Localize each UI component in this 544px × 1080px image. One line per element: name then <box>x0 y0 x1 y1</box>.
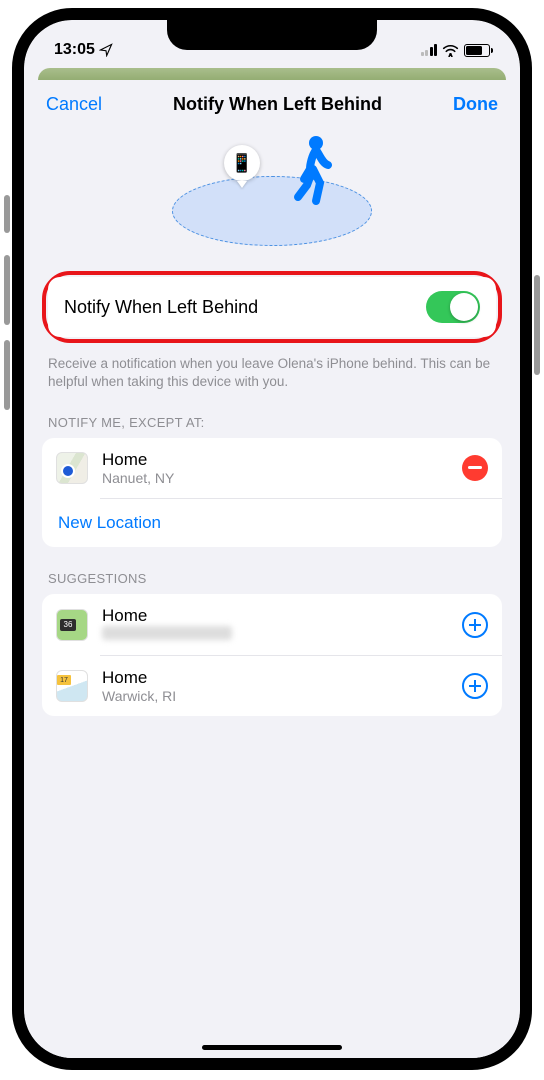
toggle-knob <box>450 293 478 321</box>
wifi-icon <box>442 44 459 57</box>
done-button[interactable]: Done <box>453 94 498 115</box>
suggestion-title: Home <box>102 668 448 688</box>
device-pin-icon: 📱 <box>224 145 260 188</box>
zone-ellipse-icon <box>172 176 372 246</box>
map-thumbnail-icon: 36 <box>56 609 88 641</box>
location-arrow-icon <box>99 43 113 57</box>
volume-down-button[interactable] <box>4 340 10 410</box>
notify-toggle-row: Notify When Left Behind <box>48 277 496 337</box>
phone-frame: 13:05 Cancel Notify When Left Behind Don… <box>12 8 532 1070</box>
map-thumbnail-icon <box>56 452 88 484</box>
notch <box>167 20 377 50</box>
suggestion-row[interactable]: 17 Home Warwick, RI <box>42 656 502 716</box>
walking-person-icon <box>290 135 340 207</box>
suggestions-header: SUGGESTIONS <box>42 547 502 594</box>
nav-bar: Cancel Notify When Left Behind Done <box>28 80 516 123</box>
map-thumbnail-icon: 17 <box>56 670 88 702</box>
add-suggestion-button[interactable] <box>462 673 488 699</box>
battery-icon <box>464 44 490 57</box>
highlight-annotation: Notify When Left Behind <box>42 271 502 343</box>
page-title: Notify When Left Behind <box>173 94 382 115</box>
exception-title: Home <box>102 450 448 470</box>
exceptions-list: Home Nanuet, NY New Location <box>42 438 502 547</box>
exception-subtitle: Nanuet, NY <box>102 470 448 486</box>
new-location-button[interactable]: New Location <box>42 499 502 547</box>
except-at-header: NOTIFY ME, EXCEPT AT: <box>42 391 502 438</box>
screen: 13:05 Cancel Notify When Left Behind Don… <box>24 20 520 1058</box>
suggestion-subtitle-redacted <box>102 626 232 640</box>
cellular-signal-icon <box>421 44 438 56</box>
suggestion-row[interactable]: 36 Home <box>42 594 502 655</box>
exception-row[interactable]: Home Nanuet, NY <box>42 438 502 498</box>
home-indicator[interactable] <box>202 1045 342 1050</box>
modal-sheet: Cancel Notify When Left Behind Done 📱 <box>28 80 516 1058</box>
background-sheet-peek <box>38 68 506 80</box>
hero-illustration: 📱 <box>28 123 516 263</box>
volume-up-button[interactable] <box>4 255 10 325</box>
cancel-button[interactable]: Cancel <box>46 94 102 115</box>
suggestions-list: 36 Home 17 Home <box>42 594 502 716</box>
status-time: 13:05 <box>54 41 95 59</box>
add-suggestion-button[interactable] <box>462 612 488 638</box>
suggestion-subtitle: Warwick, RI <box>102 688 448 704</box>
notify-toggle-label: Notify When Left Behind <box>64 297 258 318</box>
power-button[interactable] <box>534 275 540 375</box>
remove-exception-button[interactable] <box>462 455 488 481</box>
toggle-description: Receive a notification when you leave Ol… <box>42 347 502 391</box>
notify-toggle[interactable] <box>426 291 480 323</box>
silent-switch[interactable] <box>4 195 10 233</box>
suggestion-title: Home <box>102 606 448 626</box>
